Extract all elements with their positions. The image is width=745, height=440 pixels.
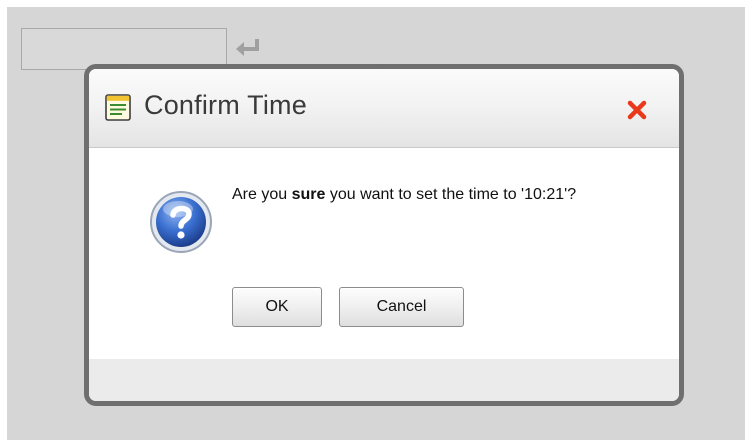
ok-button[interactable]: OK bbox=[232, 287, 322, 327]
dialog-title: Confirm Time bbox=[144, 90, 307, 120]
confirm-message: Are you sure you want to set the time to… bbox=[232, 185, 652, 205]
cancel-button[interactable]: Cancel bbox=[339, 287, 464, 327]
enter-arrow-icon[interactable] bbox=[233, 36, 263, 60]
form-icon bbox=[105, 94, 131, 121]
dialog-footer bbox=[89, 359, 679, 401]
close-icon[interactable] bbox=[626, 99, 648, 121]
message-suffix: you want to set the time to '10:21'? bbox=[325, 186, 577, 203]
dialog-title-bar[interactable]: Confirm Time bbox=[89, 69, 679, 148]
message-prefix: Are you bbox=[232, 186, 292, 203]
message-emphasis: sure bbox=[291, 186, 326, 203]
dialog-body: Are you sure you want to set the time to… bbox=[89, 148, 679, 359]
question-icon bbox=[150, 191, 212, 253]
confirm-time-dialog: Confirm Time Are you sure you want to se… bbox=[84, 64, 684, 406]
